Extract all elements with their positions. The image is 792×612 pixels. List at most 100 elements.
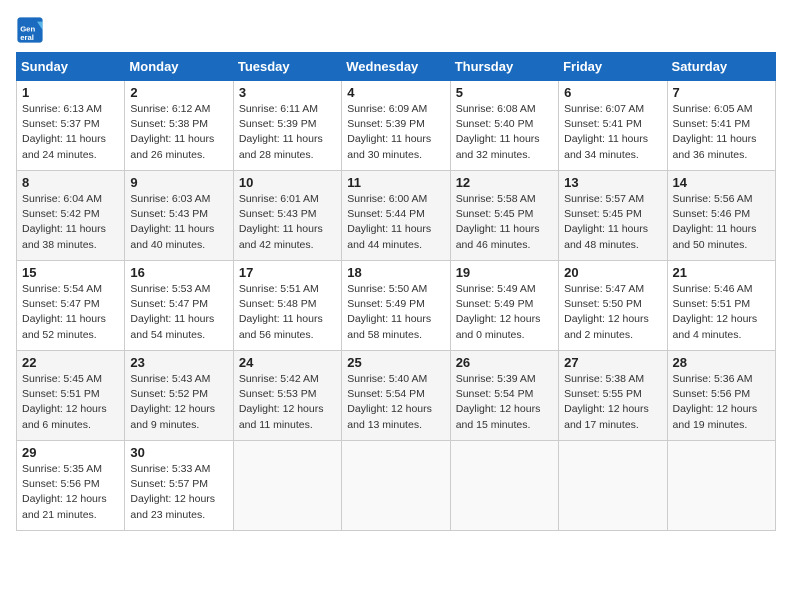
- calendar-cell: 29 Sunrise: 5:35 AM Sunset: 5:56 PM Dayli…: [17, 441, 125, 531]
- calendar-cell: 5 Sunrise: 6:08 AM Sunset: 5:40 PM Daylig…: [450, 81, 558, 171]
- day-number: 22: [22, 355, 119, 370]
- day-info: Sunrise: 5:47 AM Sunset: 5:50 PM Dayligh…: [564, 282, 661, 343]
- calendar-cell: 13Sunrise: 5:57 AM Sunset: 5:45 PM Dayli…: [559, 171, 667, 261]
- day-header-monday: Monday: [125, 53, 233, 81]
- calendar-cell: 10 Sunrise: 6:01 AM Sunset: 5:43 PM Dayli…: [233, 171, 341, 261]
- calendar-cell: 1Sunrise: 6:13 AM Sunset: 5:37 PM Daylig…: [17, 81, 125, 171]
- calendar-cell: 6 Sunrise: 6:07 AM Sunset: 5:41 PM Daylig…: [559, 81, 667, 171]
- day-number: 30: [130, 445, 227, 460]
- day-number: 3: [239, 85, 336, 100]
- calendar-cell: 17 Sunrise: 5:51 AM Sunset: 5:48 PM Dayli…: [233, 261, 341, 351]
- day-header-saturday: Saturday: [667, 53, 775, 81]
- day-number: 17: [239, 265, 336, 280]
- calendar-cell: 8 Sunrise: 6:04 AM Sunset: 5:42 PM Daylig…: [17, 171, 125, 261]
- day-number: 25: [347, 355, 444, 370]
- day-number: 4: [347, 85, 444, 100]
- page-header: Gen eral: [16, 16, 776, 44]
- calendar-cell: 20 Sunrise: 5:47 AM Sunset: 5:50 PM Dayli…: [559, 261, 667, 351]
- calendar-cell: 22 Sunrise: 5:45 AM Sunset: 5:51 PM Dayli…: [17, 351, 125, 441]
- day-info: Sunrise: 5:54 AM Sunset: 5:47 PM Dayligh…: [22, 282, 119, 343]
- day-header-thursday: Thursday: [450, 53, 558, 81]
- day-info: Sunrise: 6:05 AM Sunset: 5:41 PM Dayligh…: [673, 102, 770, 163]
- day-number: 14: [673, 175, 770, 190]
- day-number: 12: [456, 175, 553, 190]
- calendar-cell: 23Sunrise: 5:43 AM Sunset: 5:52 PM Dayli…: [125, 351, 233, 441]
- svg-text:Gen: Gen: [20, 24, 35, 33]
- day-info: Sunrise: 5:53 AM Sunset: 5:47 PM Dayligh…: [130, 282, 227, 343]
- day-info: Sunrise: 5:46 AM Sunset: 5:51 PM Dayligh…: [673, 282, 770, 343]
- day-info: Sunrise: 6:08 AM Sunset: 5:40 PM Dayligh…: [456, 102, 553, 163]
- calendar-cell: 30 Sunrise: 5:33 AM Sunset: 5:57 PM Dayli…: [125, 441, 233, 531]
- day-number: 19: [456, 265, 553, 280]
- svg-text:eral: eral: [20, 33, 34, 42]
- day-info: Sunrise: 5:50 AM Sunset: 5:49 PM Dayligh…: [347, 282, 444, 343]
- day-info: Sunrise: 5:38 AM Sunset: 5:55 PM Dayligh…: [564, 372, 661, 433]
- calendar-cell: [667, 441, 775, 531]
- day-info: Sunrise: 5:45 AM Sunset: 5:51 PM Dayligh…: [22, 372, 119, 433]
- day-info: Sunrise: 6:11 AM Sunset: 5:39 PM Dayligh…: [239, 102, 336, 163]
- calendar-week-4: 29 Sunrise: 5:35 AM Sunset: 5:56 PM Dayli…: [17, 441, 776, 531]
- calendar-week-3: 22 Sunrise: 5:45 AM Sunset: 5:51 PM Dayli…: [17, 351, 776, 441]
- day-number: 27: [564, 355, 661, 370]
- day-info: Sunrise: 6:07 AM Sunset: 5:41 PM Dayligh…: [564, 102, 661, 163]
- day-number: 1: [22, 85, 119, 100]
- day-header-tuesday: Tuesday: [233, 53, 341, 81]
- day-number: 6: [564, 85, 661, 100]
- day-number: 16: [130, 265, 227, 280]
- day-number: 26: [456, 355, 553, 370]
- day-number: 20: [564, 265, 661, 280]
- day-number: 18: [347, 265, 444, 280]
- day-number: 5: [456, 85, 553, 100]
- day-number: 29: [22, 445, 119, 460]
- day-number: 24: [239, 355, 336, 370]
- day-number: 8: [22, 175, 119, 190]
- calendar-cell: 14Sunrise: 5:56 AM Sunset: 5:46 PM Dayli…: [667, 171, 775, 261]
- calendar-cell: [233, 441, 341, 531]
- calendar-cell: 4 Sunrise: 6:09 AM Sunset: 5:39 PM Daylig…: [342, 81, 450, 171]
- day-info: Sunrise: 5:39 AM Sunset: 5:54 PM Dayligh…: [456, 372, 553, 433]
- day-number: 21: [673, 265, 770, 280]
- day-number: 28: [673, 355, 770, 370]
- day-header-sunday: Sunday: [17, 53, 125, 81]
- logo-icon: Gen eral: [16, 16, 44, 44]
- calendar-cell: 3 Sunrise: 6:11 AM Sunset: 5:39 PM Daylig…: [233, 81, 341, 171]
- calendar-cell: [559, 441, 667, 531]
- day-number: 11: [347, 175, 444, 190]
- day-info: Sunrise: 6:00 AM Sunset: 5:44 PM Dayligh…: [347, 192, 444, 253]
- day-number: 13: [564, 175, 661, 190]
- day-number: 2: [130, 85, 227, 100]
- calendar-week-2: 15Sunrise: 5:54 AM Sunset: 5:47 PM Dayli…: [17, 261, 776, 351]
- calendar-cell: 7Sunrise: 6:05 AM Sunset: 5:41 PM Daylig…: [667, 81, 775, 171]
- day-info: Sunrise: 6:09 AM Sunset: 5:39 PM Dayligh…: [347, 102, 444, 163]
- day-info: Sunrise: 6:04 AM Sunset: 5:42 PM Dayligh…: [22, 192, 119, 253]
- day-number: 9: [130, 175, 227, 190]
- calendar-cell: 24 Sunrise: 5:42 AM Sunset: 5:53 PM Dayli…: [233, 351, 341, 441]
- calendar-cell: 25Sunrise: 5:40 AM Sunset: 5:54 PM Dayli…: [342, 351, 450, 441]
- day-info: Sunrise: 5:33 AM Sunset: 5:57 PM Dayligh…: [130, 462, 227, 523]
- day-info: Sunrise: 5:51 AM Sunset: 5:48 PM Dayligh…: [239, 282, 336, 343]
- calendar-table: SundayMondayTuesdayWednesdayThursdayFrid…: [16, 52, 776, 531]
- day-info: Sunrise: 5:36 AM Sunset: 5:56 PM Dayligh…: [673, 372, 770, 433]
- header-row: SundayMondayTuesdayWednesdayThursdayFrid…: [17, 53, 776, 81]
- calendar-week-1: 8 Sunrise: 6:04 AM Sunset: 5:42 PM Daylig…: [17, 171, 776, 261]
- day-info: Sunrise: 5:35 AM Sunset: 5:56 PM Dayligh…: [22, 462, 119, 523]
- calendar-cell: 16 Sunrise: 5:53 AM Sunset: 5:47 PM Dayli…: [125, 261, 233, 351]
- day-header-wednesday: Wednesday: [342, 53, 450, 81]
- day-info: Sunrise: 6:01 AM Sunset: 5:43 PM Dayligh…: [239, 192, 336, 253]
- day-info: Sunrise: 5:42 AM Sunset: 5:53 PM Dayligh…: [239, 372, 336, 433]
- day-info: Sunrise: 5:49 AM Sunset: 5:49 PM Dayligh…: [456, 282, 553, 343]
- day-info: Sunrise: 5:58 AM Sunset: 5:45 PM Dayligh…: [456, 192, 553, 253]
- calendar-cell: 15Sunrise: 5:54 AM Sunset: 5:47 PM Dayli…: [17, 261, 125, 351]
- calendar-cell: 21 Sunrise: 5:46 AM Sunset: 5:51 PM Dayli…: [667, 261, 775, 351]
- calendar-cell: 19 Sunrise: 5:49 AM Sunset: 5:49 PM Dayli…: [450, 261, 558, 351]
- calendar-cell: 28 Sunrise: 5:36 AM Sunset: 5:56 PM Dayli…: [667, 351, 775, 441]
- calendar-week-0: 1Sunrise: 6:13 AM Sunset: 5:37 PM Daylig…: [17, 81, 776, 171]
- day-header-friday: Friday: [559, 53, 667, 81]
- calendar-cell: 2Sunrise: 6:12 AM Sunset: 5:38 PM Daylig…: [125, 81, 233, 171]
- calendar-cell: 26 Sunrise: 5:39 AM Sunset: 5:54 PM Dayli…: [450, 351, 558, 441]
- calendar-cell: 27 Sunrise: 5:38 AM Sunset: 5:55 PM Dayli…: [559, 351, 667, 441]
- day-number: 10: [239, 175, 336, 190]
- calendar-cell: 9Sunrise: 6:03 AM Sunset: 5:43 PM Daylig…: [125, 171, 233, 261]
- calendar-cell: 12 Sunrise: 5:58 AM Sunset: 5:45 PM Dayli…: [450, 171, 558, 261]
- logo: Gen eral: [16, 16, 48, 44]
